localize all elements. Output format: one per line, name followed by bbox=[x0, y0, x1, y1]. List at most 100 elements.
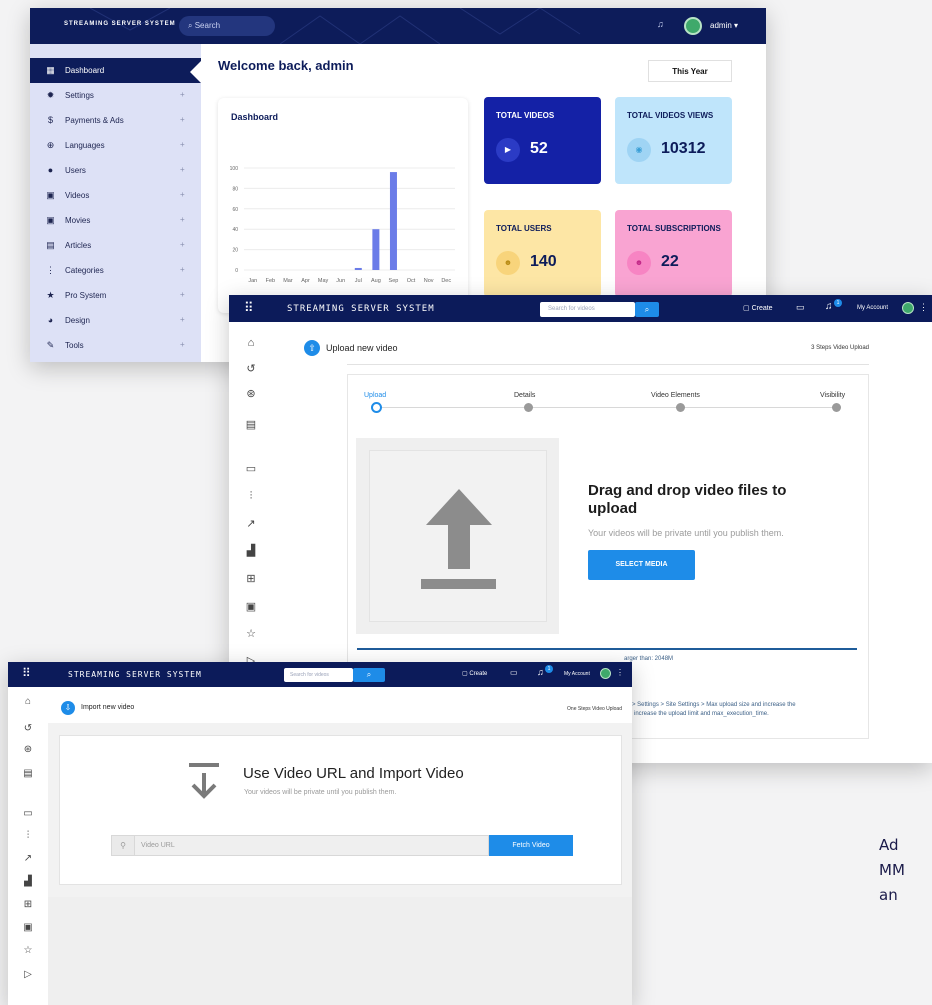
sidebar-item-categories[interactable]: ⋮ Categories + bbox=[30, 258, 201, 283]
fetch-video-button[interactable]: Fetch Video bbox=[489, 835, 573, 856]
upload-steps-label: 3 Steps Video Upload bbox=[811, 345, 869, 351]
expand-icon[interactable]: + bbox=[180, 90, 185, 99]
dashboard-brand-logo: STREAMING SERVER SYSTEM bbox=[64, 21, 176, 27]
stats-icon[interactable]: ⫶ bbox=[8, 830, 48, 841]
dashboard-chart-card: Dashboard 0 20 40 60 80 100 Jan Feb Mar Apr May Jun… bbox=[218, 98, 468, 313]
step-upload[interactable]: Upload bbox=[364, 392, 386, 399]
money-icon[interactable]: ⊛ bbox=[8, 744, 48, 755]
period-select-button[interactable]: This Year bbox=[648, 60, 732, 82]
sidebar-item-users[interactable]: ● Users + bbox=[30, 158, 201, 183]
expand-icon[interactable]: + bbox=[180, 165, 185, 174]
film-icon[interactable]: ⊞ bbox=[229, 572, 273, 585]
expand-icon[interactable]: + bbox=[180, 290, 185, 299]
select-media-button[interactable]: SELECT MEDIA bbox=[588, 550, 695, 580]
playlist-icon[interactable]: ▣ bbox=[229, 600, 273, 613]
avatar[interactable] bbox=[684, 17, 702, 35]
import-top-bar: ⠿ STREAMING SERVER SYSTEM Search for vid… bbox=[8, 662, 632, 687]
sidebar-item-dashboard[interactable]: ▦ Dashboard bbox=[30, 58, 201, 83]
expand-icon[interactable]: + bbox=[180, 115, 185, 124]
expand-icon[interactable]: + bbox=[180, 240, 185, 249]
expand-icon[interactable]: + bbox=[180, 215, 185, 224]
article-icon: ▤ bbox=[46, 240, 55, 250]
stat-total-views[interactable]: TOTAL VIDEOS VIEWS ◉ 10312 bbox=[615, 97, 732, 184]
bell-icon[interactable]: ♫ bbox=[657, 19, 664, 29]
expand-icon[interactable]: + bbox=[180, 190, 185, 199]
dashboard-search-placeholder: Search bbox=[194, 21, 221, 30]
stats-icon[interactable]: ⫶ bbox=[229, 490, 273, 503]
sidebar-item-design[interactable]: ◕ Design + bbox=[30, 308, 201, 333]
drop-zone-inner[interactable] bbox=[369, 450, 547, 622]
search-icon[interactable]: ⌕ bbox=[353, 668, 385, 682]
kebab-menu-icon[interactable]: ⋮ bbox=[616, 668, 624, 677]
history-icon[interactable]: ↺ bbox=[8, 723, 48, 734]
expand-icon[interactable]: + bbox=[180, 265, 185, 274]
star-icon[interactable]: ☆ bbox=[229, 627, 273, 640]
stat-total-subscriptions[interactable]: TOTAL SUBSCRIPTIONS ☻ 22 bbox=[615, 210, 732, 297]
create-button[interactable]: ▢ Create bbox=[462, 670, 487, 677]
sidebar-item-pro-system[interactable]: ★ Pro System + bbox=[30, 283, 201, 308]
search-icon[interactable]: ⌕ bbox=[635, 302, 659, 317]
home-icon[interactable]: ⌂ bbox=[229, 337, 273, 349]
sidebar-item-settings[interactable]: ✹ Settings + bbox=[30, 83, 201, 108]
user-menu[interactable]: admin ▾ bbox=[710, 21, 738, 30]
stat-total-users[interactable]: TOTAL USERS ☻ 140 bbox=[484, 210, 601, 297]
message-icon[interactable]: ▭ bbox=[510, 668, 518, 677]
step-visibility[interactable]: Visibility bbox=[820, 392, 845, 399]
camera-icon[interactable]: ▭ bbox=[8, 808, 48, 819]
bell-icon[interactable]: ♫ bbox=[537, 667, 544, 677]
apps-grid-icon[interactable]: ⠿ bbox=[22, 666, 31, 680]
create-button[interactable]: ▢ Create bbox=[743, 304, 773, 312]
x-tick-label: Jan bbox=[248, 278, 257, 284]
caption-line: Ad bbox=[879, 836, 899, 854]
step-details[interactable]: Details bbox=[514, 392, 535, 399]
trending-icon[interactable]: ↗ bbox=[229, 517, 273, 530]
play-icon[interactable]: ▷ bbox=[8, 969, 48, 980]
upload-search-input[interactable]: Search for videos bbox=[540, 302, 635, 317]
stat-total-videos[interactable]: TOTAL VIDEOS ▶ 52 bbox=[484, 97, 601, 184]
expand-icon[interactable]: + bbox=[180, 140, 185, 149]
kebab-menu-icon[interactable]: ⋮ bbox=[919, 302, 928, 313]
upload-cloud-icon: ⇧ bbox=[304, 340, 320, 356]
x-tick-label: Sep bbox=[389, 278, 399, 284]
drag-drop-title: Drag and drop video files to upload bbox=[588, 482, 787, 517]
dashboard-search-input[interactable]: ⌕ Search bbox=[179, 16, 275, 36]
star-icon[interactable]: ☆ bbox=[8, 945, 48, 956]
message-icon[interactable]: ▭ bbox=[796, 302, 805, 313]
home-icon[interactable]: ⌂ bbox=[8, 696, 48, 707]
globe-icon: ⊕ bbox=[46, 140, 55, 150]
eye-icon: ◉ bbox=[627, 138, 651, 162]
video-url-input[interactable]: Video URL bbox=[135, 835, 489, 856]
apps-grid-icon[interactable]: ⠿ bbox=[244, 300, 254, 316]
sidebar-item-tools[interactable]: ✎ Tools + bbox=[30, 333, 201, 358]
calendar-icon[interactable]: ▤ bbox=[8, 768, 48, 779]
step-video-elements[interactable]: Video Elements bbox=[651, 392, 700, 399]
avatar[interactable] bbox=[600, 668, 611, 679]
calendar-icon[interactable]: ▤ bbox=[229, 418, 273, 431]
avatar[interactable] bbox=[902, 302, 914, 314]
x-tick-label: Mar bbox=[283, 278, 293, 284]
import-arrow-icon bbox=[189, 763, 219, 799]
my-account-menu[interactable]: My Account bbox=[564, 671, 590, 677]
trending-icon[interactable]: ↗ bbox=[8, 853, 48, 864]
playlist-icon[interactable]: ▣ bbox=[8, 922, 48, 933]
money-icon[interactable]: ⊛ bbox=[229, 387, 273, 400]
dashboard-top-bar: STREAMING SERVER SYSTEM ⌕ Search ♫ admin… bbox=[30, 8, 766, 44]
x-tick-label: Aug bbox=[371, 278, 381, 284]
import-search-input[interactable]: Search for videos bbox=[284, 668, 353, 682]
bell-icon[interactable]: ♫ bbox=[825, 301, 833, 312]
analytics-icon[interactable]: ▟ bbox=[8, 876, 48, 887]
film-icon[interactable]: ⊞ bbox=[8, 899, 48, 910]
sidebar-item-payments-ads[interactable]: $ Payments & Ads + bbox=[30, 108, 201, 133]
history-icon[interactable]: ↺ bbox=[229, 362, 273, 375]
camera-icon[interactable]: ▭ bbox=[229, 462, 273, 475]
sidebar-item-videos[interactable]: ▣ Videos + bbox=[30, 183, 201, 208]
analytics-icon[interactable]: ▟ bbox=[229, 544, 273, 557]
sidebar-item-articles[interactable]: ▤ Articles + bbox=[30, 233, 201, 258]
expand-icon[interactable]: + bbox=[180, 315, 185, 324]
movie-icon: ▣ bbox=[46, 215, 55, 225]
sidebar-item-languages[interactable]: ⊕ Languages + bbox=[30, 133, 201, 158]
expand-icon[interactable]: + bbox=[180, 340, 185, 349]
notification-badge: 1 bbox=[834, 299, 842, 307]
sidebar-item-movies[interactable]: ▣ Movies + bbox=[30, 208, 201, 233]
my-account-menu[interactable]: My Account bbox=[857, 305, 888, 311]
